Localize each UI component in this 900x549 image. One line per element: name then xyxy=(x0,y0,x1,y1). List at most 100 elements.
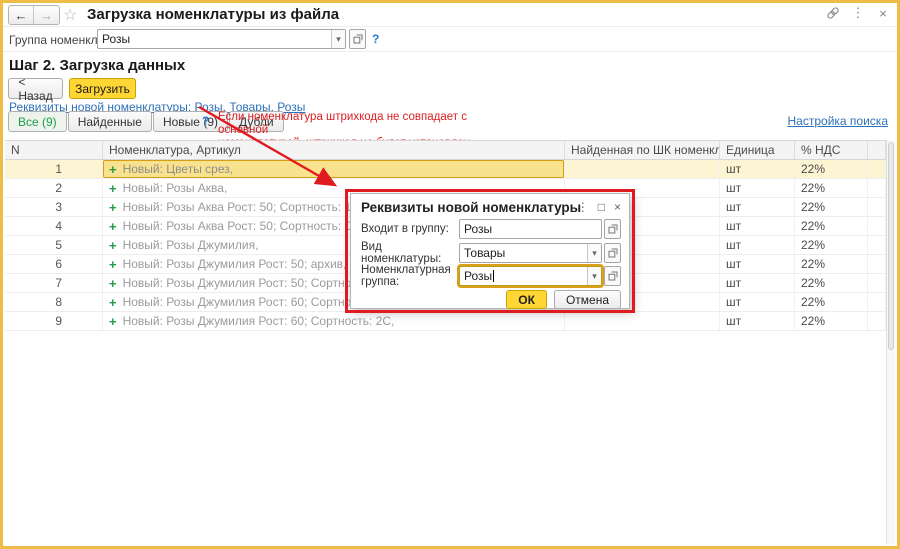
cell-n[interactable]: 9 xyxy=(5,312,103,330)
cell-spacer xyxy=(868,293,886,311)
cancel-button[interactable]: Отмена xyxy=(553,290,621,309)
cell-n[interactable]: 6 xyxy=(5,255,103,273)
cell-spacer xyxy=(868,179,886,197)
window-close-icon[interactable]: × xyxy=(876,6,890,21)
dialog-close-icon[interactable]: × xyxy=(614,200,621,214)
header-found[interactable]: Найденная по ШК номенклатура xyxy=(565,141,720,159)
more-menu-icon[interactable]: ⋮ xyxy=(851,5,865,20)
cell-name[interactable]: + Новый: Цветы срез, xyxy=(103,160,565,178)
tab-found[interactable]: Найденные xyxy=(67,111,152,132)
parent-group-open-button[interactable] xyxy=(604,219,621,239)
favorite-star-icon[interactable]: ☆ xyxy=(63,5,77,25)
parent-group-input[interactable]: Розы xyxy=(459,219,602,239)
field-label-nomgroup: Номенклатурная группа: xyxy=(361,264,451,288)
cell-unit[interactable]: шт xyxy=(720,198,795,216)
load-button[interactable]: Загрузить xyxy=(69,78,136,99)
cell-unit[interactable]: шт xyxy=(720,255,795,273)
text-cursor xyxy=(493,270,495,282)
vertical-scrollbar[interactable] xyxy=(886,140,895,544)
header-vat[interactable]: % НДС xyxy=(795,141,868,159)
cell-n[interactable]: 5 xyxy=(5,236,103,254)
open-form-icon xyxy=(353,34,362,44)
nomenclature-group-input[interactable]: Розы ▾ xyxy=(459,266,602,286)
table-row[interactable]: 1 + Новый: Цветы срез, шт 22% xyxy=(5,160,886,179)
new-item-plus-icon: + xyxy=(109,199,117,215)
chevron-down-icon[interactable]: ▾ xyxy=(331,30,345,48)
group-combo-input[interactable]: Розы ▾ xyxy=(97,29,346,49)
cell-name[interactable]: + Новый: Розы Джумилия Рост: 60; Сортност… xyxy=(103,312,565,330)
scrollbar-thumb[interactable] xyxy=(888,142,894,350)
open-form-icon xyxy=(608,224,617,234)
tab-new[interactable]: Новые (9) xyxy=(152,111,228,132)
cell-vat[interactable]: 22% xyxy=(795,217,868,235)
field-nomenclature-kind: Товары ▾ xyxy=(459,243,621,263)
ok-button[interactable]: ОК xyxy=(506,290,547,309)
forward-arrow-button[interactable]: → xyxy=(34,6,59,24)
cell-vat[interactable]: 22% xyxy=(795,160,868,178)
cell-vat[interactable]: 22% xyxy=(795,312,868,330)
new-item-plus-icon: + xyxy=(109,294,117,310)
cell-vat[interactable]: 22% xyxy=(795,179,868,197)
cell-n[interactable]: 2 xyxy=(5,179,103,197)
new-item-plus-icon: + xyxy=(109,237,117,253)
header-n[interactable]: N xyxy=(5,141,103,159)
search-settings-link[interactable]: Настройка поиска xyxy=(788,114,888,128)
tabs-help-icon[interactable]: ? xyxy=(202,114,209,128)
cell-n[interactable]: 1 xyxy=(5,160,103,178)
header-unit[interactable]: Единица xyxy=(720,141,795,159)
field-label-group: Входит в группу: xyxy=(361,223,449,235)
cell-n[interactable]: 8 xyxy=(5,293,103,311)
back-arrow-button[interactable]: ← xyxy=(9,6,34,24)
nomenclature-kind-open-button[interactable] xyxy=(604,243,621,263)
cell-found[interactable] xyxy=(565,312,720,330)
cell-unit[interactable]: шт xyxy=(720,312,795,330)
nomenclature-kind-input[interactable]: Товары ▾ xyxy=(459,243,602,263)
cell-spacer xyxy=(868,160,886,178)
cell-spacer xyxy=(868,198,886,216)
cell-n[interactable]: 7 xyxy=(5,274,103,292)
cell-unit[interactable]: шт xyxy=(720,236,795,254)
cell-unit[interactable]: шт xyxy=(720,217,795,235)
table-row[interactable]: 9 + Новый: Розы Джумилия Рост: 60; Сортно… xyxy=(5,312,886,331)
tab-all[interactable]: Все (9) xyxy=(8,111,67,132)
divider xyxy=(3,26,897,27)
cell-vat[interactable]: 22% xyxy=(795,255,868,273)
group-help-icon[interactable]: ? xyxy=(372,32,379,46)
cell-n[interactable]: 3 xyxy=(5,198,103,216)
get-link-icon[interactable] xyxy=(826,6,840,20)
group-combo-value: Розы xyxy=(102,32,131,46)
header-name[interactable]: Номенклатура, Артикул xyxy=(103,141,565,159)
cell-unit[interactable]: шт xyxy=(720,274,795,292)
field-label-kind: Вид номенклатуры: xyxy=(361,241,442,265)
new-item-plus-icon: + xyxy=(109,161,117,177)
dialog-more-menu-icon[interactable]: ⋮ xyxy=(577,200,589,214)
cell-unit[interactable]: шт xyxy=(720,293,795,311)
back-button[interactable]: < Назад xyxy=(8,75,63,103)
cell-n[interactable]: 4 xyxy=(5,217,103,235)
cell-vat[interactable]: 22% xyxy=(795,198,868,216)
cell-vat[interactable]: 22% xyxy=(795,293,868,311)
cell-unit[interactable]: шт xyxy=(720,179,795,197)
cell-unit[interactable]: шт xyxy=(720,160,795,178)
nav-buttons: ← → xyxy=(8,5,60,25)
chevron-down-icon[interactable]: ▾ xyxy=(587,244,601,262)
nomenclature-group-open-button[interactable] xyxy=(604,266,621,286)
cell-vat[interactable]: 22% xyxy=(795,274,868,292)
cell-spacer xyxy=(868,255,886,273)
table-header-row: N Номенклатура, Артикул Найденная по ШК … xyxy=(5,140,886,160)
annotation-line1: Если номенклатура штрихкода не совпадает… xyxy=(218,111,467,136)
header-spacer xyxy=(868,141,886,159)
open-form-icon xyxy=(608,271,617,281)
group-open-button[interactable] xyxy=(349,29,366,49)
new-item-plus-icon: + xyxy=(109,180,117,196)
field-parent-group: Розы xyxy=(459,219,621,239)
open-form-icon xyxy=(608,248,617,258)
cell-spacer xyxy=(868,217,886,235)
dialog-maximize-icon[interactable]: □ xyxy=(598,200,605,214)
requisites-dialog: Реквизиты новой номенклатуры ⋮ □ × Входи… xyxy=(350,193,630,309)
page-title: Загрузка номенклатуры из файла xyxy=(87,6,340,23)
cell-vat[interactable]: 22% xyxy=(795,236,868,254)
chevron-down-icon[interactable]: ▾ xyxy=(587,267,601,285)
app-window: ← → ☆ Загрузка номенклатуры из файла ⋮ ×… xyxy=(0,0,900,549)
cell-found[interactable] xyxy=(565,160,720,178)
